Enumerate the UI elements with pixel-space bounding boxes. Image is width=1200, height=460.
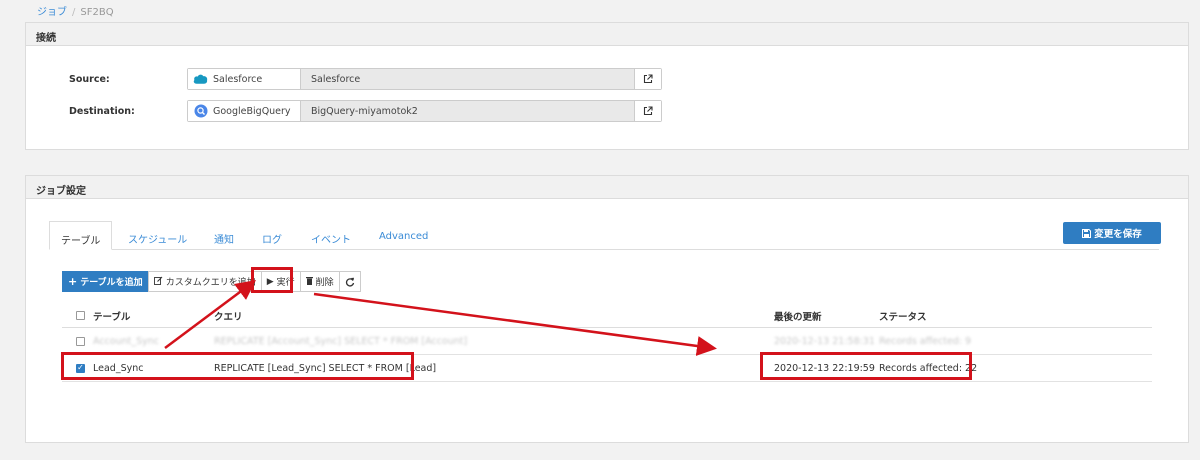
refresh-icon	[345, 277, 354, 287]
source-connection-name: Salesforce	[301, 69, 635, 89]
row-last-updated: 2020-12-13 21:58:31	[774, 335, 875, 347]
source-connection-group: Salesforce Salesforce	[187, 68, 662, 90]
row-status: Records affected: 9	[879, 335, 972, 347]
job-tabs: テーブル スケジュール 通知 ログ イベント Advanced	[49, 221, 1159, 250]
tab-events[interactable]: イベント	[311, 221, 351, 250]
destination-connection-name: BigQuery-miyamotok2	[301, 101, 635, 121]
row-table-name[interactable]: Account_Sync	[93, 328, 159, 354]
row-checkbox[interactable]	[76, 336, 85, 346]
connection-panel-title: 接続	[26, 23, 1188, 46]
external-link-icon	[643, 74, 653, 84]
salesforce-icon	[193, 72, 208, 87]
annotation-box-result	[760, 352, 972, 380]
header-last-updated[interactable]: 最後の更新	[774, 304, 822, 327]
table-header-row: テーブル クエリ 最後の更新 ステータス	[62, 304, 1152, 328]
destination-row: Destination: GoogleBigQuery BigQuery-miy…	[69, 100, 662, 122]
save-changes-label: 変更を保存	[1094, 229, 1142, 240]
trash-icon	[305, 276, 313, 288]
header-query[interactable]: クエリ	[214, 304, 243, 327]
row-query: REPLICATE [Account_Sync] SELECT * FROM […	[214, 335, 468, 347]
edit-icon	[153, 276, 163, 288]
header-table[interactable]: テーブル	[93, 304, 130, 327]
tab-advanced[interactable]: Advanced	[379, 221, 428, 250]
breadcrumb-separator: /	[72, 7, 76, 18]
tab-notifications[interactable]: 通知	[214, 221, 234, 250]
job-settings-title: ジョブ設定	[26, 176, 1188, 199]
row-select-cell	[76, 328, 85, 354]
tab-schedule[interactable]: スケジュール	[128, 221, 187, 250]
annotation-box-lead-row	[61, 352, 414, 380]
delete-button[interactable]: 削除	[299, 271, 340, 292]
source-type-selector[interactable]: Salesforce	[188, 69, 301, 89]
refresh-button[interactable]	[338, 271, 361, 292]
plus-icon: +	[68, 275, 78, 288]
breadcrumb-current: SF2BQ	[80, 7, 114, 18]
source-label: Source:	[69, 73, 110, 85]
table-row[interactable]: Account_Sync REPLICATE [Account_Sync] SE…	[62, 328, 1152, 355]
connection-panel: 接続 Source: Salesforce Salesforce Destina…	[25, 22, 1189, 150]
destination-type-selector[interactable]: GoogleBigQuery	[188, 101, 301, 121]
save-icon	[1082, 228, 1092, 238]
add-table-label: テーブルを追加	[80, 278, 143, 288]
header-status[interactable]: ステータス	[879, 304, 927, 327]
source-type-label: Salesforce	[213, 73, 263, 85]
external-link-icon	[643, 106, 653, 116]
delete-label: 削除	[315, 278, 334, 288]
source-open-external-button[interactable]	[635, 69, 661, 89]
breadcrumb-jobs-link[interactable]: ジョブ	[37, 7, 67, 18]
select-all-cell	[76, 304, 85, 327]
tab-tables[interactable]: テーブル	[49, 221, 113, 250]
bigquery-icon	[193, 104, 208, 119]
tab-logs[interactable]: ログ	[262, 221, 282, 250]
table-toolbar: + テーブルを追加 カスタムクエリを追加 ▶ 実行 削除	[62, 271, 361, 292]
job-settings-panel: ジョブ設定 テーブル スケジュール 通知 ログ イベント Advanced 変更…	[25, 175, 1189, 443]
destination-open-external-button[interactable]	[635, 101, 661, 121]
destination-connection-group: GoogleBigQuery BigQuery-miyamotok2	[187, 100, 662, 122]
add-custom-query-label: カスタムクエリを追加	[165, 278, 256, 288]
annotation-box-run	[251, 267, 293, 293]
save-changes-button[interactable]: 変更を保存	[1063, 222, 1161, 244]
breadcrumb: ジョブ / SF2BQ	[37, 3, 114, 18]
select-all-checkbox[interactable]	[76, 311, 85, 320]
source-row: Source: Salesforce Salesforce	[69, 68, 662, 90]
destination-type-label: GoogleBigQuery	[213, 105, 291, 117]
add-custom-query-button[interactable]: カスタムクエリを追加	[147, 271, 262, 292]
add-table-button[interactable]: + テーブルを追加	[62, 271, 149, 292]
destination-label: Destination:	[69, 105, 135, 117]
